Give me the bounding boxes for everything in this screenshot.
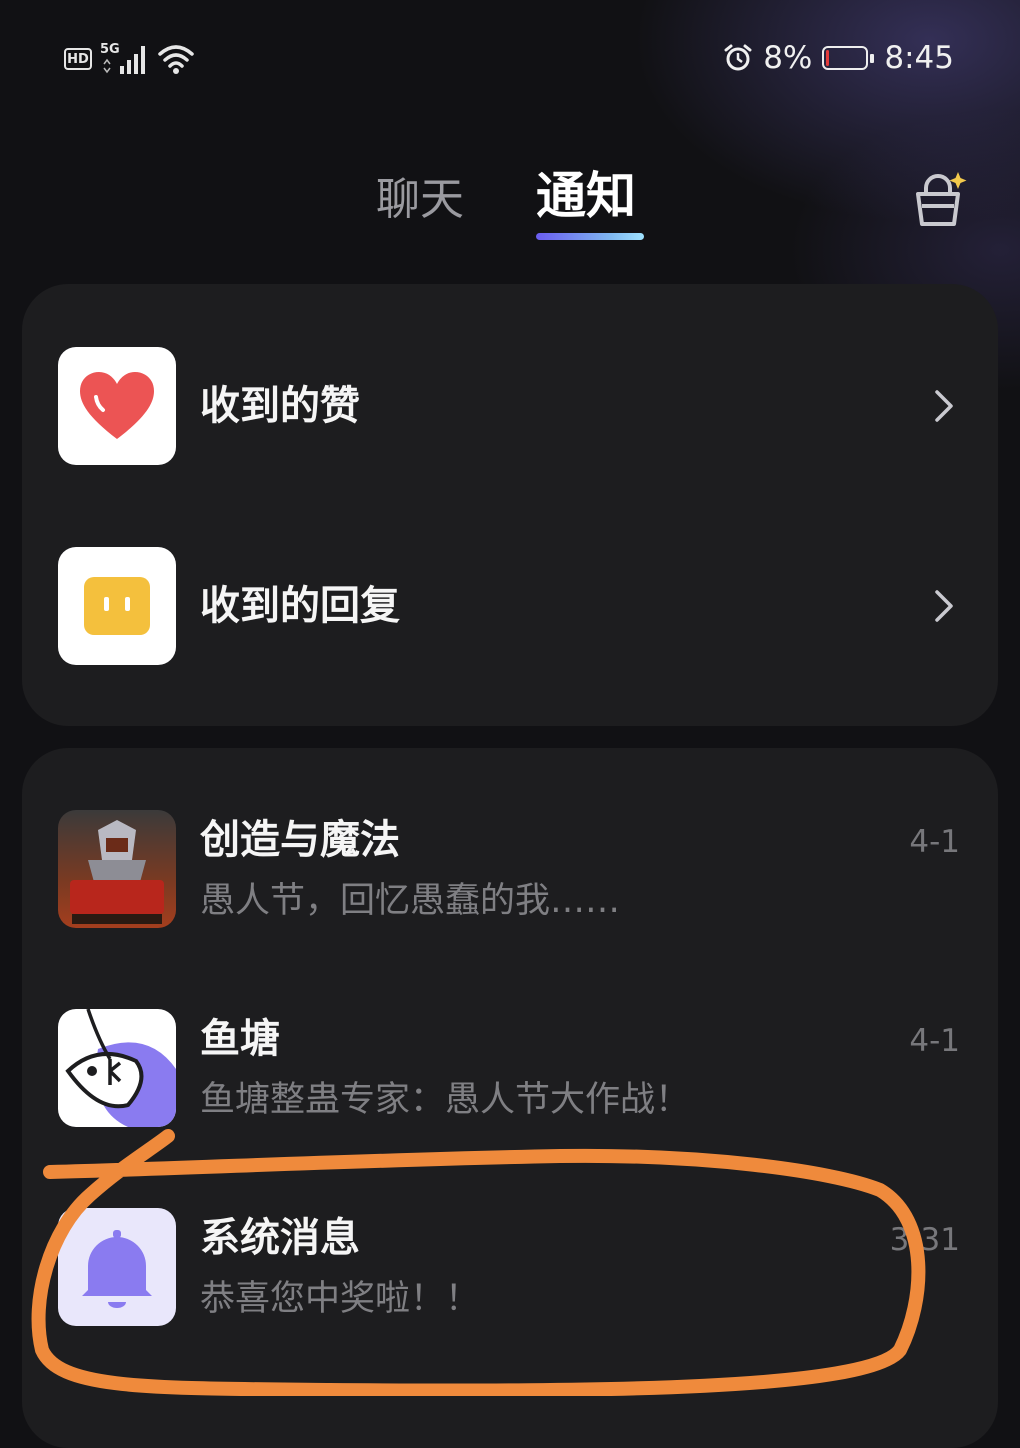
cleanup-basket-icon[interactable]	[908, 168, 972, 232]
reply-bubble-icon	[84, 577, 150, 635]
item-date: 4-1	[909, 824, 960, 860]
likes-icon-tile	[58, 347, 176, 465]
chevron-right-icon	[935, 390, 953, 422]
item-date: 3-31	[889, 1222, 960, 1258]
battery-icon	[822, 46, 875, 70]
item-preview: 愚人节，回忆愚蠢的我……	[200, 881, 621, 921]
interaction-card: 收到的赞 收到的回复	[22, 284, 998, 726]
hd-icon: HD	[64, 48, 92, 70]
item-title: 鱼塘	[200, 1016, 280, 1062]
chevron-right-icon	[935, 590, 953, 622]
item-preview: 恭喜您中奖啦！！	[200, 1279, 481, 1319]
notification-list: 创造与魔法 愚人节，回忆愚蠢的我…… 4-1 鱼塘 鱼塘整蛊专家：愚人节大作战！…	[22, 748, 998, 1448]
likes-label: 收到的赞	[200, 383, 360, 429]
wifi-icon	[158, 45, 194, 74]
active-tab-indicator	[536, 233, 644, 240]
status-bar-right: 8% 8:45	[723, 40, 954, 76]
system-message-icon-tile	[58, 1208, 176, 1326]
creation-magic-game-icon	[58, 810, 176, 928]
status-bar-left: HD 5G	[64, 42, 196, 76]
battery-level	[826, 50, 830, 66]
clock-time: 8:45	[884, 40, 954, 76]
tab-notifications[interactable]: 通知	[536, 164, 636, 228]
item-date: 4-1	[909, 1023, 960, 1059]
alarm-icon	[724, 44, 752, 71]
item-preview: 鱼塘整蛊专家：愚人节大作战！	[200, 1080, 691, 1120]
list-item-creation-magic[interactable]: 创造与魔法 愚人节，回忆愚蠢的我…… 4-1	[22, 780, 998, 960]
likes-entry[interactable]: 收到的赞	[22, 316, 998, 496]
list-item-fish-pond[interactable]: 鱼塘 鱼塘整蛊专家：愚人节大作战！ 4-1	[22, 979, 998, 1159]
list-item-system-message[interactable]: 系统消息 恭喜您中奖啦！！ 3-31	[22, 1178, 998, 1358]
replies-icon-tile	[58, 547, 176, 665]
signal-5g-icon: 5G	[100, 42, 148, 76]
tab-chat[interactable]: 聊天	[376, 168, 464, 232]
replies-label: 收到的回复	[200, 583, 400, 629]
bell-icon	[82, 1230, 152, 1308]
item-title: 系统消息	[200, 1215, 360, 1261]
fish-pond-icon	[58, 1009, 176, 1127]
battery-percent: 8%	[763, 40, 813, 76]
heart-icon	[80, 372, 154, 439]
item-title: 创造与魔法	[200, 817, 400, 863]
replies-entry[interactable]: 收到的回复	[22, 516, 998, 696]
